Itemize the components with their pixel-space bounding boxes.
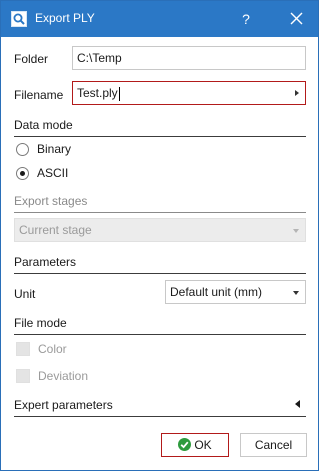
title-bar[interactable]: Export PLY ? (1, 1, 318, 37)
filename-value: Test.ply (77, 86, 118, 100)
radio-ascii-label: ASCII (37, 166, 69, 180)
folder-value: C:\Temp (77, 51, 122, 65)
unit-value: Default unit (mm) (170, 285, 263, 299)
unit-select[interactable]: Default unit (mm) (165, 280, 306, 304)
radio-selected-icon[interactable] (16, 167, 29, 180)
checkbox-icon[interactable] (16, 342, 30, 356)
checkmark-icon (178, 438, 192, 452)
magnifier-app-icon (11, 11, 27, 27)
ok-button[interactable]: OK (161, 433, 229, 457)
chevron-down-icon (293, 229, 299, 233)
cancel-button[interactable]: Cancel (240, 433, 307, 457)
checkbox-deviation-label: Deviation (38, 369, 89, 383)
filename-input[interactable]: Test.ply (72, 81, 306, 105)
unit-label: Unit (14, 287, 36, 301)
export-stages-select[interactable]: Current stage (14, 218, 306, 242)
close-icon (290, 12, 302, 25)
arrow-right-icon[interactable] (295, 90, 299, 96)
window-title: Export PLY (35, 11, 95, 25)
filename-label: Filename (14, 88, 64, 102)
expert-parameters-header[interactable]: Expert parameters (14, 398, 306, 417)
checkbox-color-label: Color (38, 342, 67, 356)
help-button[interactable]: ? (231, 5, 261, 33)
export-ply-dialog: Export PLY ? Folder C:\Temp Filename Tes… (0, 0, 319, 471)
radio-binary-label: Binary (37, 142, 72, 156)
data-mode-header: Data mode (14, 118, 306, 137)
chevron-down-icon (293, 291, 299, 295)
file-mode-header: File mode (14, 316, 306, 335)
ok-label: OK (194, 438, 212, 452)
close-button[interactable] (281, 5, 311, 33)
text-caret (118, 86, 120, 101)
export-stages-header: Export stages (14, 194, 306, 213)
checkbox-icon[interactable] (16, 369, 30, 383)
folder-input[interactable]: C:\Temp (72, 46, 306, 70)
folder-label: Folder (14, 52, 49, 66)
radio-circle-icon[interactable] (16, 143, 29, 156)
collapse-arrow-icon[interactable] (295, 400, 300, 408)
parameters-header: Parameters (14, 255, 306, 274)
export-stages-value: Current stage (19, 223, 92, 237)
